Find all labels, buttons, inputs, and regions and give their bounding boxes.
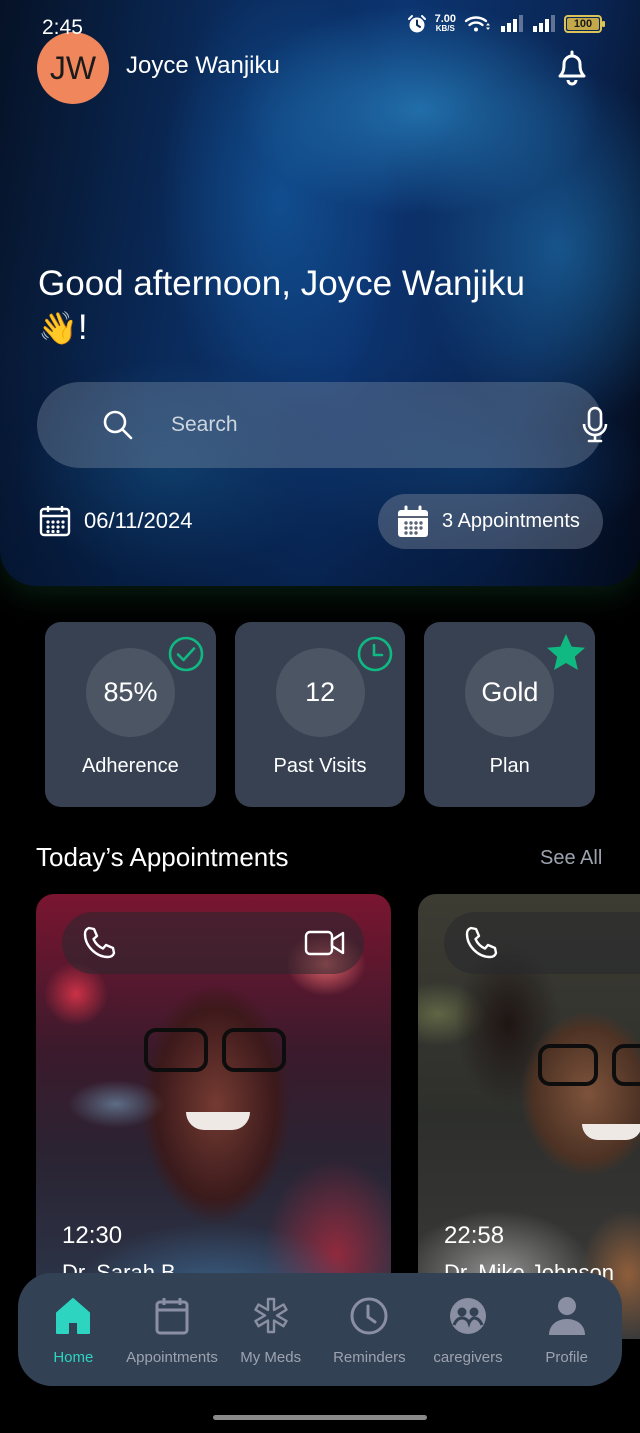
nav-label: Profile xyxy=(545,1349,588,1366)
waving-hand-icon: 👋 xyxy=(38,310,78,346)
nav-item-profile[interactable]: Profile xyxy=(517,1273,616,1366)
check-circle-icon xyxy=(168,636,204,672)
search-icon[interactable] xyxy=(101,408,135,442)
call-actions-bar xyxy=(62,912,364,974)
home-icon xyxy=(53,1295,93,1337)
appointments-count-button[interactable]: 3 Appointments xyxy=(378,494,603,549)
glasses-decoration xyxy=(612,1044,640,1086)
smile-decoration xyxy=(582,1124,640,1140)
call-actions-bar xyxy=(444,912,640,974)
stat-value: 85% xyxy=(86,648,175,737)
appointment-time: 22:58 xyxy=(444,1222,505,1249)
nav-label: caregivers xyxy=(433,1349,503,1366)
phone-icon[interactable] xyxy=(462,924,500,962)
calendar-icon xyxy=(38,504,72,538)
glasses-decoration xyxy=(538,1044,598,1086)
nav-item-home[interactable]: Home xyxy=(24,1273,123,1366)
smile-decoration xyxy=(186,1112,250,1130)
stat-card-plan[interactable]: Gold Plan xyxy=(424,622,596,807)
search-bar[interactable] xyxy=(37,382,608,468)
nav-item-caregivers[interactable]: caregivers xyxy=(419,1273,518,1366)
stat-card-adherence[interactable]: 85% Adherence xyxy=(45,622,216,807)
signal-icon-2 xyxy=(532,15,556,33)
appointment-time: 12:30 xyxy=(62,1222,123,1249)
greeting-text: Good afternoon, Joyce Wanjiku xyxy=(38,264,526,303)
video-icon[interactable] xyxy=(304,926,346,960)
nav-label: My Meds xyxy=(240,1349,302,1366)
battery-level: 100 xyxy=(573,18,593,30)
greeting-heading: Good afternoon, Joyce Wanjiku 👋! xyxy=(38,262,618,350)
nav-label: Home xyxy=(53,1349,94,1366)
current-date: 06/11/2024 xyxy=(38,504,192,538)
stats-row: 85% Adherence 12 Past Visits Gold Plan xyxy=(45,622,596,807)
bottom-navigation: Home Appointments My Meds Reminders care… xyxy=(18,1273,622,1386)
see-all-link[interactable]: See All xyxy=(540,847,602,870)
nav-label: Appointments xyxy=(126,1349,218,1366)
caregivers-icon xyxy=(448,1295,488,1337)
wifi-icon xyxy=(464,15,492,33)
battery-icon: 100 xyxy=(564,15,605,33)
status-icons: 7.00 KB/S 100 xyxy=(407,13,605,34)
glasses-decoration xyxy=(222,1028,286,1072)
alarm-icon xyxy=(407,14,427,34)
nav-item-my-meds[interactable]: My Meds xyxy=(221,1273,320,1366)
clock-icon xyxy=(357,636,393,672)
stat-label: Plan xyxy=(489,755,530,777)
user-icon xyxy=(547,1295,587,1337)
network-speed: 7.00 KB/S xyxy=(434,13,456,34)
status-time: 2:45 xyxy=(42,16,83,39)
appointments-count-label: 3 Appointments xyxy=(442,510,580,532)
search-input[interactable] xyxy=(171,406,551,444)
section-title-todays-appointments: Today’s Appointments xyxy=(36,842,289,872)
stat-value: Gold xyxy=(465,648,555,737)
greeting-suffix: ! xyxy=(77,308,88,347)
calendar-filled-icon xyxy=(396,505,430,539)
home-indicator[interactable] xyxy=(213,1415,427,1420)
phone-icon[interactable] xyxy=(80,924,118,962)
nav-item-appointments[interactable]: Appointments xyxy=(123,1273,222,1366)
nav-label: Reminders xyxy=(333,1349,406,1366)
mic-icon[interactable] xyxy=(581,406,609,444)
net-speed-unit: KB/S xyxy=(435,24,455,33)
date-text: 06/11/2024 xyxy=(84,508,193,533)
stat-label: Past Visits xyxy=(273,755,367,777)
clock-icon xyxy=(349,1295,389,1337)
stat-card-past-visits[interactable]: 12 Past Visits xyxy=(234,622,406,807)
star-icon xyxy=(545,632,587,674)
stat-value: 12 xyxy=(275,648,365,737)
net-speed-value: 7.00 xyxy=(434,13,456,25)
signal-icon xyxy=(500,15,524,33)
calendar-icon xyxy=(152,1295,192,1337)
user-name: Joyce Wanjiku xyxy=(126,52,280,79)
nav-item-reminders[interactable]: Reminders xyxy=(320,1273,419,1366)
status-bar: 2:45 7.00 KB/S 100 xyxy=(0,0,640,56)
stat-label: Adherence xyxy=(81,755,179,777)
medical-asterisk-icon xyxy=(251,1295,291,1337)
glasses-decoration xyxy=(144,1028,208,1072)
